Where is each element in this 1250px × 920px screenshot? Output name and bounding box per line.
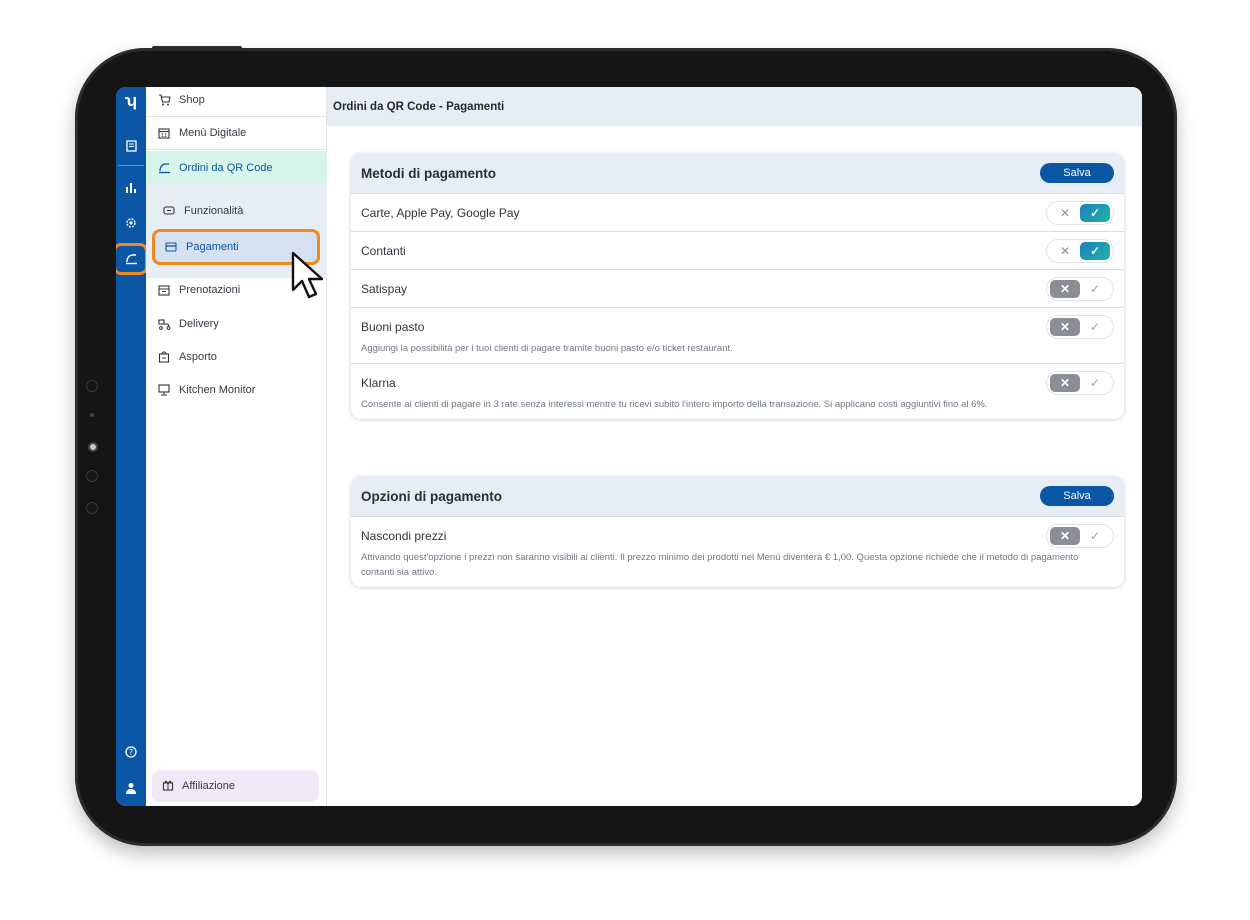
- row-label: Contanti: [361, 243, 406, 258]
- payment-method-row: Contanti ✕ ✓: [351, 231, 1124, 269]
- svg-text:?: ?: [129, 748, 133, 757]
- calendar-icon: 11: [157, 126, 171, 140]
- sidebar-item-asporto[interactable]: Asporto: [146, 340, 327, 373]
- toggle-switch[interactable]: ✕ ✓: [1046, 371, 1114, 395]
- cart-icon: [157, 93, 171, 107]
- sidebar-item-label: Kitchen Monitor: [179, 383, 256, 396]
- bag-icon: [157, 350, 171, 364]
- page-title: Ordini da QR Code - Pagamenti: [327, 87, 1142, 126]
- sidebar-item-menu-digitale[interactable]: 11 Menù Digitale: [146, 117, 327, 150]
- toggle-off-icon[interactable]: ✕: [1050, 527, 1080, 545]
- svg-text:11: 11: [161, 133, 167, 139]
- rail-divider: [118, 165, 144, 166]
- toggle-on-icon[interactable]: ✓: [1080, 374, 1110, 392]
- toggle-off-icon[interactable]: ✕: [1050, 318, 1080, 336]
- sidebar-item-label: Prenotazioni: [179, 283, 241, 296]
- card-title: Metodi di pagamento: [361, 165, 496, 181]
- toggle-on-icon[interactable]: ✓: [1080, 242, 1110, 260]
- rail-highlight: [116, 243, 148, 275]
- toggle-on-icon[interactable]: ✓: [1080, 527, 1110, 545]
- toggle-off-icon[interactable]: ✕: [1050, 374, 1080, 392]
- affiliate-label: Affiliazione: [182, 780, 235, 792]
- help-icon[interactable]: ?: [116, 740, 146, 764]
- sidebar-item-label: Pagamenti: [186, 241, 239, 253]
- toggle-on-icon[interactable]: ✓: [1080, 280, 1110, 298]
- toggle-on-icon[interactable]: ✓: [1080, 204, 1110, 222]
- settings-icon[interactable]: [116, 211, 146, 235]
- sidebar-item-label: Menù Digitale: [179, 127, 247, 139]
- left-rail: ʮ ?: [116, 87, 146, 806]
- toggle-off-icon[interactable]: ✕: [1050, 280, 1080, 298]
- toggle-switch[interactable]: ✕ ✓: [1046, 315, 1114, 339]
- row-label: Klarna: [361, 375, 396, 390]
- toggle-switch[interactable]: ✕ ✓: [1046, 201, 1114, 225]
- menu-icon[interactable]: [116, 134, 146, 158]
- row-label: Buoni pasto: [361, 319, 425, 334]
- toggle-off-icon[interactable]: ✕: [1050, 242, 1080, 260]
- toggle-on-icon[interactable]: ✓: [1080, 318, 1110, 336]
- sidebar-item-label: Delivery: [179, 317, 219, 330]
- gift-icon: [162, 779, 174, 794]
- payment-method-row: Klarna Consente ai clienti di pagare in …: [351, 363, 1124, 419]
- scooter-icon: [157, 317, 171, 331]
- logo-icon[interactable]: ʮ: [116, 89, 146, 113]
- sidebar-item-label: Funzionalità: [184, 204, 244, 217]
- toggle-switch[interactable]: ✕ ✓: [1046, 524, 1114, 548]
- row-label: Satispay: [361, 281, 408, 296]
- sidebar-item-shop[interactable]: Shop: [146, 87, 327, 117]
- card-icon: [164, 240, 178, 254]
- payment-options-card: Opzioni di pagamento Salva Nascondi prez…: [351, 476, 1124, 587]
- sidebar-item-delivery[interactable]: Delivery: [146, 307, 327, 340]
- save-button[interactable]: Salva: [1040, 486, 1114, 506]
- tablet-camera: [88, 442, 98, 452]
- tablet-sensor: [86, 470, 98, 482]
- row-description: Attivando quest'opzione i prezzi non sar…: [361, 552, 1079, 578]
- reservation-icon: [157, 283, 171, 297]
- chart-icon[interactable]: [116, 175, 146, 199]
- payment-methods-card: Metodi di pagamento Salva Carte, Apple P…: [351, 153, 1124, 419]
- sidebar-item-label: Asporto: [179, 350, 217, 363]
- user-icon[interactable]: [116, 776, 146, 800]
- sidebar-item-label: Shop: [179, 94, 205, 106]
- tablet-notch: [152, 46, 242, 50]
- toggle-switch[interactable]: ✕ ✓: [1046, 239, 1114, 263]
- sidebar-item-ordini-qr[interactable]: Ordini da QR Code: [146, 151, 327, 184]
- payment-method-row: Satispay ✕ ✓: [351, 269, 1124, 307]
- mouse-cursor-icon: [291, 251, 324, 299]
- row-label: Carte, Apple Pay, Google Pay: [361, 205, 520, 220]
- card-header: Metodi di pagamento Salva: [351, 153, 1124, 193]
- monitor-icon: [157, 383, 171, 397]
- toggle-off-icon[interactable]: ✕: [1050, 204, 1080, 222]
- affiliate-button[interactable]: Affiliazione: [152, 770, 319, 802]
- toggle-switch[interactable]: ✕ ✓: [1046, 277, 1114, 301]
- row-description: Aggiungi la possibilità per i tuoi clien…: [361, 343, 733, 354]
- card-header: Opzioni di pagamento Salva: [351, 476, 1124, 516]
- qr-order-icon: [157, 161, 171, 175]
- tablet-sensor: [86, 380, 98, 392]
- feature-icon: [162, 204, 176, 218]
- row-description: Consente ai clienti di pagare in 3 rate …: [361, 399, 988, 410]
- row-label: Nascondi prezzi: [361, 528, 447, 543]
- save-button[interactable]: Salva: [1040, 163, 1114, 183]
- sidebar: Shop 11 Menù Digitale Ordini da QR Code …: [146, 87, 327, 806]
- tablet-sensor: [90, 413, 94, 417]
- card-title: Opzioni di pagamento: [361, 488, 502, 504]
- payment-option-row: Nascondi prezzi Attivando quest'opzione …: [351, 516, 1124, 587]
- main-content: Ordini da QR Code - Pagamenti Metodi di …: [327, 87, 1142, 806]
- app-screen: ʮ ? Shop 11 Menù Digitale Ordini da QR C…: [116, 87, 1142, 806]
- payment-method-row: Buoni pasto Aggiungi la possibilità per …: [351, 307, 1124, 363]
- tablet-sensor: [86, 502, 98, 514]
- sidebar-item-kitchen-monitor[interactable]: Kitchen Monitor: [146, 373, 327, 406]
- sidebar-subitem-funzionalita[interactable]: Funzionalità: [146, 194, 327, 227]
- payment-method-row: Carte, Apple Pay, Google Pay ✕ ✓: [351, 193, 1124, 231]
- sidebar-item-label: Ordini da QR Code: [179, 161, 273, 174]
